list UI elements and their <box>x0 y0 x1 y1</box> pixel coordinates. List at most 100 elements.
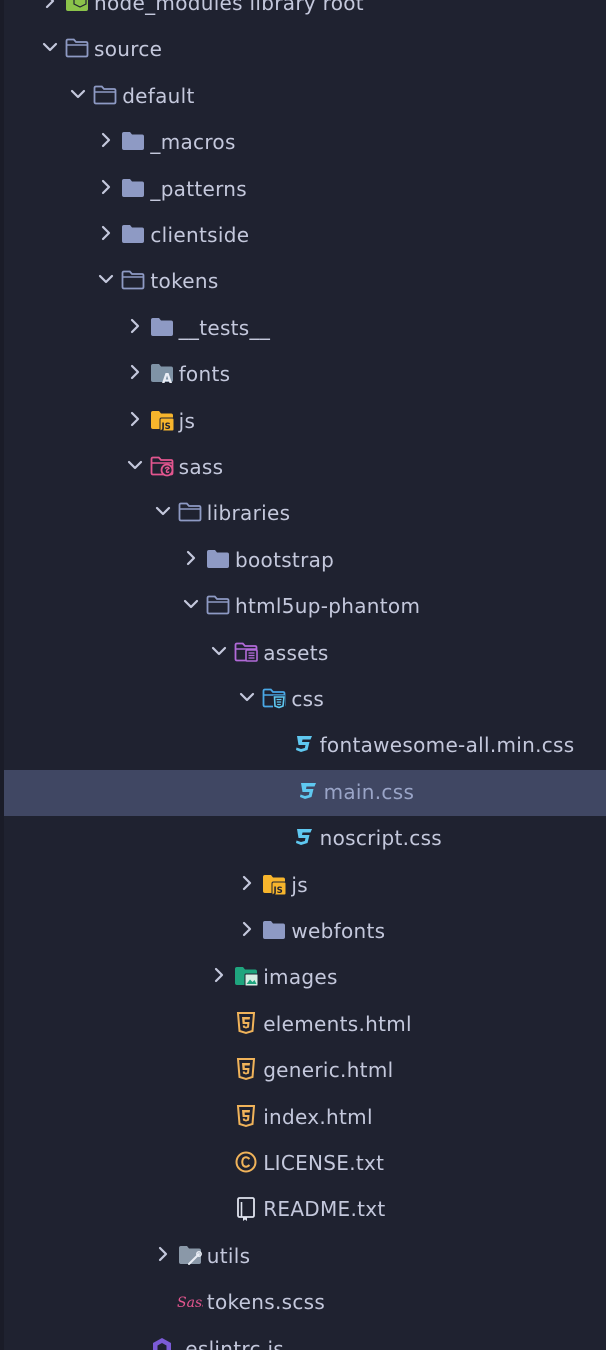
chevron-down-icon[interactable] <box>68 84 88 104</box>
chevron-right-icon[interactable] <box>237 919 257 939</box>
tree-item-source[interactable]: source <box>0 27 606 73</box>
tree-item-noscript-css[interactable]: noscript.css <box>0 816 606 862</box>
tree-item-label: elements.html <box>263 1011 412 1036</box>
chevron-down-icon[interactable] <box>153 501 173 521</box>
chevron-down-icon[interactable] <box>125 455 145 475</box>
tree-item-label: utils <box>206 1243 251 1268</box>
svg-text:JS: JS <box>160 422 170 432</box>
chevron-right-icon[interactable] <box>96 130 116 150</box>
sass-folder-icon <box>149 453 175 479</box>
tree-item-macros[interactable]: _macros <box>0 120 606 166</box>
tree-item-clientside[interactable]: clientside <box>0 213 606 259</box>
folder-open-icon <box>177 499 203 525</box>
tree-item-label: .eslintrc.js <box>178 1336 285 1350</box>
tree-item-node-modules-library-root[interactable]: node_modules library root <box>0 0 606 27</box>
tree-item-tests[interactable]: __tests__ <box>0 306 606 352</box>
assets-folder-icon <box>233 639 259 665</box>
chevron-down-icon[interactable] <box>181 594 201 614</box>
tree-item-label: __tests__ <box>178 315 271 340</box>
tree-item-tokens[interactable]: tokens <box>0 259 606 305</box>
tree-item-label: README.txt <box>263 1197 386 1222</box>
tree-item-eslintrc-js[interactable]: .eslintrc.js <box>0 1327 606 1350</box>
tree-item-label: css <box>291 687 325 711</box>
tree-item-label: tokens.scss <box>206 1290 326 1315</box>
tree-item-label: _macros <box>150 130 236 155</box>
tree-item-sass[interactable]: sass <box>0 445 606 491</box>
folder-icon <box>261 917 287 943</box>
tree-item-label: fonts <box>178 362 231 387</box>
tree-item-assets[interactable]: assets <box>0 631 606 677</box>
chevron-down-icon[interactable] <box>40 37 60 57</box>
tree-item-main-css[interactable]: main.css <box>4 769 606 816</box>
tree-item-images[interactable]: images <box>0 955 606 1001</box>
tree-item-label: images <box>263 965 338 990</box>
tree-item-readme-txt[interactable]: README.txt <box>0 1187 606 1233</box>
tree-item-label: js <box>178 408 196 433</box>
folder-icon <box>149 314 175 340</box>
chevron-right-icon[interactable] <box>96 223 116 243</box>
tree-item-license-txt[interactable]: LICENSE.txt <box>0 1141 606 1187</box>
tree-item-html5up-phantom[interactable]: html5up-phantom <box>0 584 606 630</box>
tree-item-elements-html[interactable]: elements.html <box>0 1002 606 1048</box>
html5-file-icon <box>233 1056 259 1082</box>
tree-item-generic-html[interactable]: generic.html <box>0 1048 606 1094</box>
tree-item-label: index.html <box>263 1104 373 1129</box>
folder-open-icon <box>64 35 90 61</box>
tree-item-label: main.css <box>323 779 415 804</box>
eslint-file-icon <box>149 1335 175 1350</box>
tree-item-label: webfonts <box>291 919 386 943</box>
chevron-right-icon[interactable] <box>96 177 116 197</box>
svg-text:JS: JS <box>273 886 283 896</box>
js-folder-icon: JS <box>261 871 287 897</box>
chevron-right-icon[interactable] <box>237 873 257 893</box>
tree-item-label: html5up-phantom <box>235 594 421 619</box>
html5-file-icon <box>233 1103 259 1129</box>
tree-item-js[interactable]: JS js <box>0 399 606 445</box>
chevron-right-icon[interactable] <box>125 362 145 382</box>
readme-file-icon <box>233 1195 259 1222</box>
tree-item-patterns[interactable]: _patterns <box>0 167 606 213</box>
html5-file-icon <box>233 1010 259 1036</box>
css3-file-icon <box>294 778 320 804</box>
fonts-folder-icon: A <box>149 360 175 387</box>
chevron-right-icon[interactable] <box>209 965 229 985</box>
folder-open-icon <box>205 592 231 618</box>
tree-item-tokens-scss[interactable]: Sasstokens.scss <box>0 1280 606 1326</box>
chevron-down-icon[interactable] <box>96 269 116 289</box>
chevron-right-icon[interactable] <box>153 1244 173 1264</box>
chevron-right-icon[interactable] <box>125 316 145 336</box>
tree-item-label: bootstrap <box>235 547 335 572</box>
chevron-right-icon[interactable] <box>40 0 60 11</box>
tree-item-css[interactable]: css <box>0 677 606 723</box>
node-modules-folder-icon <box>64 0 90 15</box>
tree-item-label: default <box>122 83 195 108</box>
utils-folder-icon <box>177 1242 203 1268</box>
tree-item-libraries[interactable]: libraries <box>0 491 606 537</box>
tree-item-label: js <box>291 872 308 897</box>
svg-text:Sass: Sass <box>177 1295 203 1311</box>
tree-item-label: sass <box>178 455 224 479</box>
folder-open-icon <box>120 267 146 293</box>
tree-item-default[interactable]: default <box>0 74 606 120</box>
chevron-right-icon[interactable] <box>181 548 201 568</box>
tree-item-fonts[interactable]: Afonts <box>0 352 606 398</box>
project-tree-panel: node_modules library root source default _m… <box>0 0 606 1350</box>
tree-item-index-html[interactable]: index.html <box>0 1095 606 1141</box>
tree-item-js[interactable]: JS js <box>0 863 606 909</box>
css3-file-icon <box>290 824 316 850</box>
tree-item-label: tokens <box>150 269 219 294</box>
chevron-down-icon[interactable] <box>237 687 257 707</box>
chevron-down-icon[interactable] <box>209 641 229 661</box>
tree-item-label: clientside <box>150 223 250 247</box>
tree-item-label: assets <box>263 640 329 665</box>
sass-file-icon: Sass <box>177 1288 209 1314</box>
css3-file-icon <box>290 731 316 757</box>
tree-item-label: noscript.css <box>319 826 443 851</box>
tree-item-fontawesome-all-min-css[interactable]: fontawesome-all.min.css <box>0 723 606 769</box>
tree-item-utils[interactable]: utils <box>0 1234 606 1280</box>
chevron-right-icon[interactable] <box>125 409 145 429</box>
tree-item-webfonts[interactable]: webfonts <box>0 909 606 955</box>
tree-item-bootstrap[interactable]: bootstrap <box>0 538 606 584</box>
tree-item-label: generic.html <box>263 1058 394 1083</box>
tree-item-label: fontawesome-all.min.css <box>319 733 575 758</box>
